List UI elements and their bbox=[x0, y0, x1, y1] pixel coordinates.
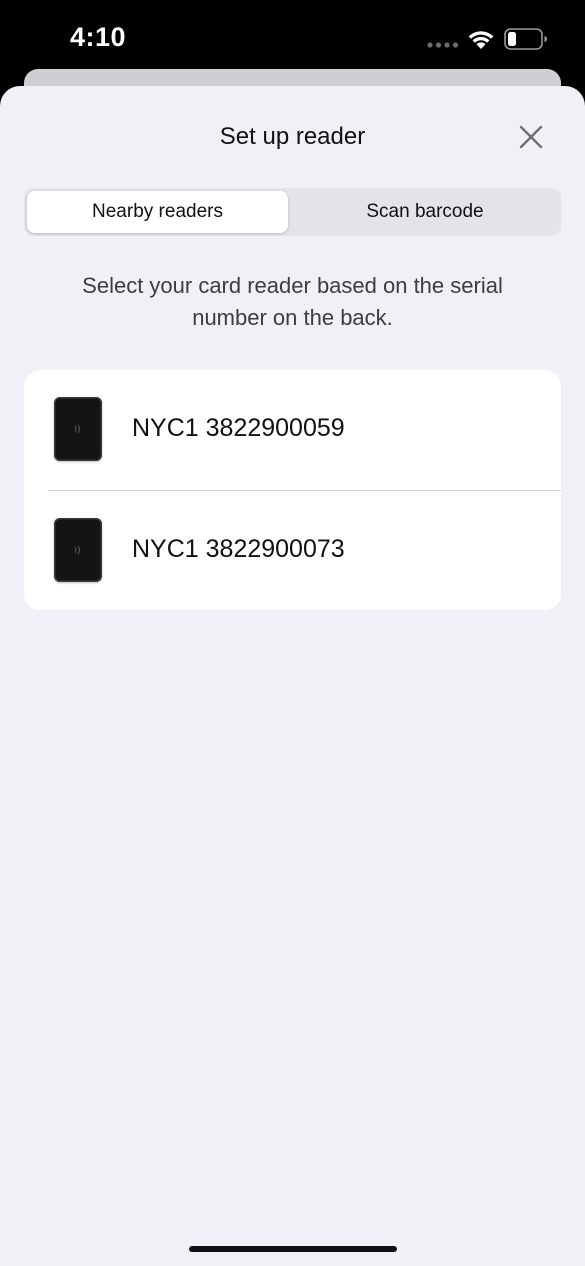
screen: 4:10 Set up reader Nearby readers Scan b… bbox=[0, 0, 585, 1266]
close-icon[interactable] bbox=[512, 118, 550, 156]
reader-row[interactable]: NYC1 3822900073 bbox=[24, 491, 561, 610]
instructions-text: Select your card reader based on the ser… bbox=[82, 273, 503, 330]
card-reader-icon bbox=[54, 397, 102, 461]
setup-sheet: Set up reader Nearby readers Scan barcod… bbox=[0, 86, 585, 1266]
signal-dots-icon bbox=[427, 42, 459, 48]
contactless-icon bbox=[74, 545, 80, 555]
sheet-title: Set up reader bbox=[219, 123, 366, 150]
segmented-control: Nearby readers Scan barcode bbox=[24, 188, 561, 236]
reader-list: NYC1 3822900059 NYC1 3822900073 bbox=[24, 370, 561, 610]
status-bar: 4:10 bbox=[0, 0, 585, 70]
home-indicator[interactable] bbox=[189, 1246, 397, 1252]
contactless-icon bbox=[74, 424, 80, 434]
card-reader-icon bbox=[54, 518, 102, 582]
wifi-icon bbox=[468, 31, 494, 49]
tab-nearby-readers[interactable]: Nearby readers bbox=[27, 191, 288, 233]
battery-icon bbox=[504, 28, 547, 50]
status-time: 4:10 bbox=[70, 22, 127, 52]
tab-scan-barcode[interactable]: Scan barcode bbox=[292, 191, 558, 233]
reader-row[interactable]: NYC1 3822900059 bbox=[24, 370, 561, 491]
reader-label: NYC1 3822900059 bbox=[132, 414, 345, 442]
reader-label: NYC1 3822900073 bbox=[132, 535, 345, 563]
